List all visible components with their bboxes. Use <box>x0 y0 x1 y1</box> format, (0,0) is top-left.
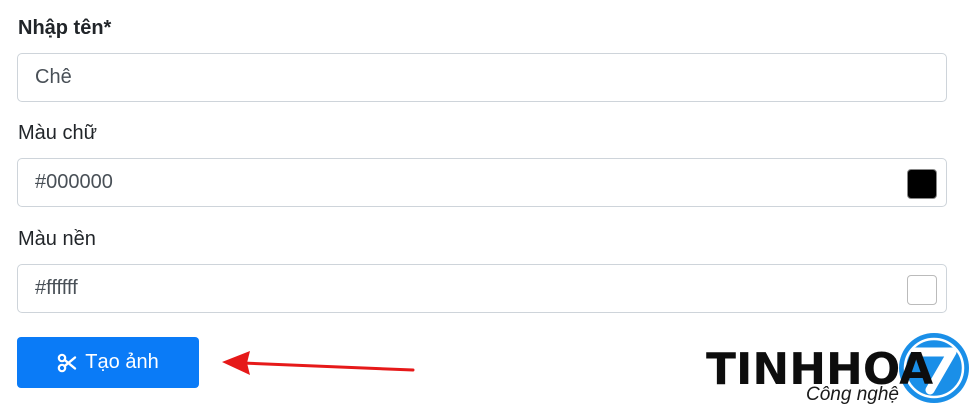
bg-color-field[interactable]: #ffffff <box>17 264 947 313</box>
text-color-field[interactable]: #000000 <box>17 158 947 207</box>
bg-color-value: #ffffff <box>35 277 78 299</box>
scissors-icon <box>57 353 77 373</box>
create-image-label: Tạo ảnh <box>85 351 159 373</box>
red-arrow-annotation <box>222 351 415 375</box>
name-label: Nhập tên* <box>18 17 112 39</box>
name-field[interactable]: Chê <box>17 53 947 102</box>
name-value: Chê <box>35 66 72 88</box>
text-color-value: #000000 <box>35 171 113 193</box>
tinhhoa-logo: TINHHOA Công nghệ <box>704 330 971 412</box>
bg-color-swatch[interactable] <box>907 275 937 305</box>
logo-tagline: Công nghệ <box>806 384 899 405</box>
text-color-swatch[interactable] <box>907 169 937 199</box>
create-image-button[interactable]: Tạo ảnh <box>17 337 199 388</box>
text-color-label: Màu chữ <box>18 122 97 144</box>
bg-color-label: Màu nền <box>18 228 96 250</box>
